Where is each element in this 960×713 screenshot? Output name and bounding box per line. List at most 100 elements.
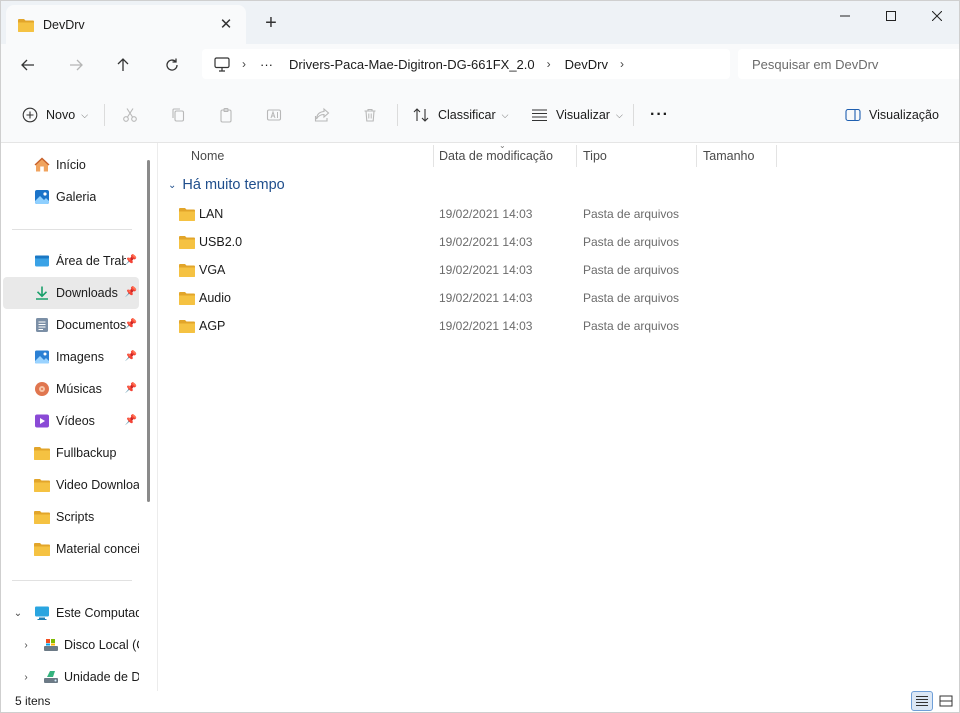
sidebar-item-label: Vídeos xyxy=(56,414,95,428)
arrow-up-icon xyxy=(117,58,129,71)
column-divider[interactable] xyxy=(776,145,777,167)
close-tab-icon[interactable]: ✕ xyxy=(216,14,236,34)
file-row[interactable]: Audio 19/02/2021 14:03 Pasta de arquivos xyxy=(158,284,718,312)
sidebar-item-scripts[interactable]: Scripts xyxy=(3,501,139,533)
preview-pane-icon xyxy=(845,108,861,122)
clipboard-icon xyxy=(220,107,232,123)
sidebar-item-video-downloader[interactable]: Video Downloader xyxy=(3,469,139,501)
maximize-icon xyxy=(886,11,896,21)
delete-button[interactable] xyxy=(357,102,383,128)
sidebar-item-material-conceitual[interactable]: Material conceitual xyxy=(3,533,139,565)
pictures-icon xyxy=(35,350,49,364)
sidebar-item-downloads[interactable]: Downloads 📌 xyxy=(3,277,139,309)
file-row[interactable]: USB2.0 19/02/2021 14:03 Pasta de arquivo… xyxy=(158,228,718,256)
minimize-icon xyxy=(840,15,850,17)
sidebar-item-pictures[interactable]: Imagens 📌 xyxy=(3,341,139,373)
sidebar-item-this-pc[interactable]: Este Computador xyxy=(3,597,139,629)
copy-button[interactable] xyxy=(165,102,191,128)
rename-button[interactable] xyxy=(261,102,287,128)
address-bar[interactable]: › ··· Drivers-Paca-Mae-Digitron-DG-661FX… xyxy=(202,49,730,79)
chevron-right-icon[interactable]: › xyxy=(547,57,551,71)
documents-icon xyxy=(36,318,48,332)
music-icon xyxy=(35,382,49,396)
search-input[interactable] xyxy=(752,56,952,72)
tiles-view-button[interactable] xyxy=(935,691,957,711)
refresh-button[interactable] xyxy=(157,50,187,80)
sidebar-item-documents[interactable]: Documentos 📌 xyxy=(3,309,139,341)
desktop-icon xyxy=(35,255,49,267)
file-date: 19/02/2021 14:03 xyxy=(439,291,533,305)
cut-button[interactable] xyxy=(117,102,143,128)
sidebar-item-label: Disco Local (C:) xyxy=(64,638,139,652)
minimize-button[interactable] xyxy=(822,0,868,32)
home-icon xyxy=(34,157,50,172)
sort-icon xyxy=(413,108,429,122)
breadcrumb-segment-current[interactable]: DevDrv xyxy=(565,57,608,72)
file-type: Pasta de arquivos xyxy=(583,263,680,277)
download-icon xyxy=(36,286,48,300)
refresh-icon xyxy=(166,58,178,71)
paste-button[interactable] xyxy=(213,102,239,128)
column-divider[interactable] xyxy=(696,145,697,167)
file-type: Pasta de arquivos xyxy=(583,207,680,221)
sidebar-item-local-disk[interactable]: Disco Local (C:) xyxy=(3,629,139,661)
sidebar-item-fullbackup[interactable]: Fullbackup xyxy=(3,437,139,469)
sidebar-item-home[interactable]: Início xyxy=(3,149,139,181)
trash-icon xyxy=(364,108,376,122)
pin-icon: 📌 xyxy=(124,319,137,330)
more-options-button[interactable]: ··· xyxy=(650,100,669,130)
sidebar-scrollbar[interactable] xyxy=(147,160,150,502)
column-divider[interactable] xyxy=(433,145,434,167)
sidebar-item-videos[interactable]: Vídeos 📌 xyxy=(3,405,139,437)
preview-pane-button[interactable]: Visualização xyxy=(845,100,939,130)
close-window-button[interactable] xyxy=(914,0,960,32)
chevron-down-icon: ⌵ xyxy=(615,109,623,120)
view-button[interactable]: Visualizar ⌵ xyxy=(531,100,623,130)
back-button[interactable] xyxy=(13,50,43,80)
file-row[interactable]: VGA 19/02/2021 14:03 Pasta de arquivos xyxy=(158,256,718,284)
sort-button-label: Classificar xyxy=(438,108,496,122)
drive-icon xyxy=(44,639,58,651)
title-bar: DevDrv ✕ + xyxy=(0,0,960,44)
maximize-button[interactable] xyxy=(868,0,914,32)
up-button[interactable] xyxy=(108,50,138,80)
file-row[interactable]: LAN 19/02/2021 14:03 Pasta de arquivos xyxy=(158,200,718,228)
breadcrumb-overflow[interactable]: ··· xyxy=(260,57,273,72)
share-button[interactable] xyxy=(309,102,335,128)
sidebar-item-label: Video Downloader xyxy=(56,478,139,492)
details-view-button[interactable] xyxy=(911,691,933,711)
group-header[interactable]: ⌄ Há muito tempo xyxy=(168,177,285,193)
chevron-right-icon[interactable]: › xyxy=(620,57,624,71)
column-header-size[interactable]: Tamanho xyxy=(703,143,754,169)
column-header-type[interactable]: Tipo xyxy=(583,143,607,169)
column-header-name[interactable]: Nome xyxy=(191,143,224,169)
tab-devdrv[interactable]: DevDrv ✕ xyxy=(6,5,246,44)
column-header-date[interactable]: Data de modificação xyxy=(439,143,553,169)
new-button[interactable]: Novo ⌵ xyxy=(22,100,88,130)
sidebar-item-dvd-drive[interactable]: Unidade de DVD xyxy=(3,661,139,691)
sidebar-item-label: Imagens xyxy=(56,350,104,364)
item-count: 5 itens xyxy=(15,694,51,708)
sidebar-item-label: Material conceitual xyxy=(56,542,139,556)
arrow-left-icon xyxy=(21,59,34,71)
column-divider[interactable] xyxy=(576,145,577,167)
sidebar-item-label: Fullbackup xyxy=(56,446,117,460)
breadcrumb-segment-parent[interactable]: Drivers-Paca-Mae-Digitron-DG-661FX_2.0 xyxy=(289,57,535,72)
folder-icon xyxy=(179,292,195,305)
new-tab-button[interactable]: + xyxy=(260,12,282,34)
forward-button[interactable] xyxy=(61,50,91,80)
file-date: 19/02/2021 14:03 xyxy=(439,207,533,221)
sidebar-item-desktop[interactable]: Área de Trabalho 📌 xyxy=(3,245,139,277)
pin-icon: 📌 xyxy=(124,415,137,426)
sidebar-item-label: Downloads xyxy=(56,286,118,300)
sort-button[interactable]: Classificar ⌵ xyxy=(413,100,508,130)
pin-icon: 📌 xyxy=(124,255,137,266)
sidebar-item-label: Este Computador xyxy=(56,606,139,620)
view-button-label: Visualizar xyxy=(556,108,610,122)
search-box[interactable] xyxy=(738,49,960,79)
computer-icon xyxy=(35,606,49,620)
toolbar-divider xyxy=(633,104,634,126)
sidebar-item-music[interactable]: Músicas 📌 xyxy=(3,373,139,405)
file-row[interactable]: AGP 19/02/2021 14:03 Pasta de arquivos xyxy=(158,312,718,340)
sidebar-item-gallery[interactable]: Galeria xyxy=(3,181,139,213)
